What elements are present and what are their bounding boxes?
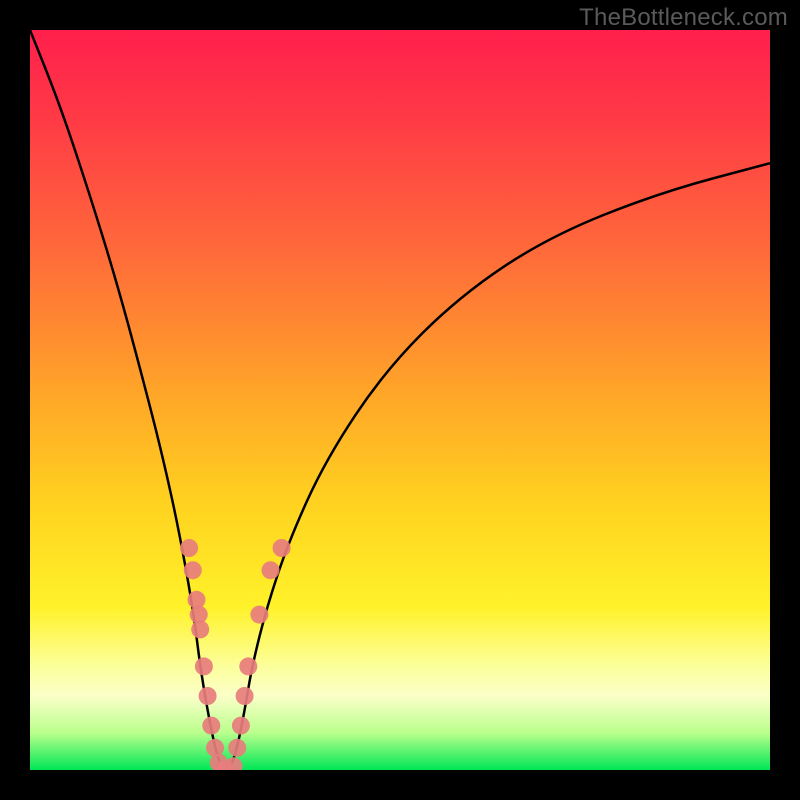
marker-dot: [228, 739, 246, 757]
marker-dot: [239, 657, 257, 675]
marker-dot: [180, 539, 198, 557]
marker-dot: [236, 687, 254, 705]
marker-dot: [225, 757, 243, 770]
marker-dot: [199, 687, 217, 705]
marker-dot: [250, 606, 268, 624]
marker-dot: [195, 657, 213, 675]
marker-dot: [202, 717, 220, 735]
watermark-text: TheBottleneck.com: [579, 4, 788, 32]
marker-dot: [184, 561, 202, 579]
marker-dot: [273, 539, 291, 557]
curve-layer: [30, 30, 770, 770]
marker-dot: [262, 561, 280, 579]
chart-frame: TheBottleneck.com: [0, 0, 800, 800]
marker-dot: [232, 717, 250, 735]
marker-dot: [191, 620, 209, 638]
marker-group: [180, 539, 291, 770]
plot-area: [30, 30, 770, 770]
bottleneck-curve: [30, 30, 770, 770]
